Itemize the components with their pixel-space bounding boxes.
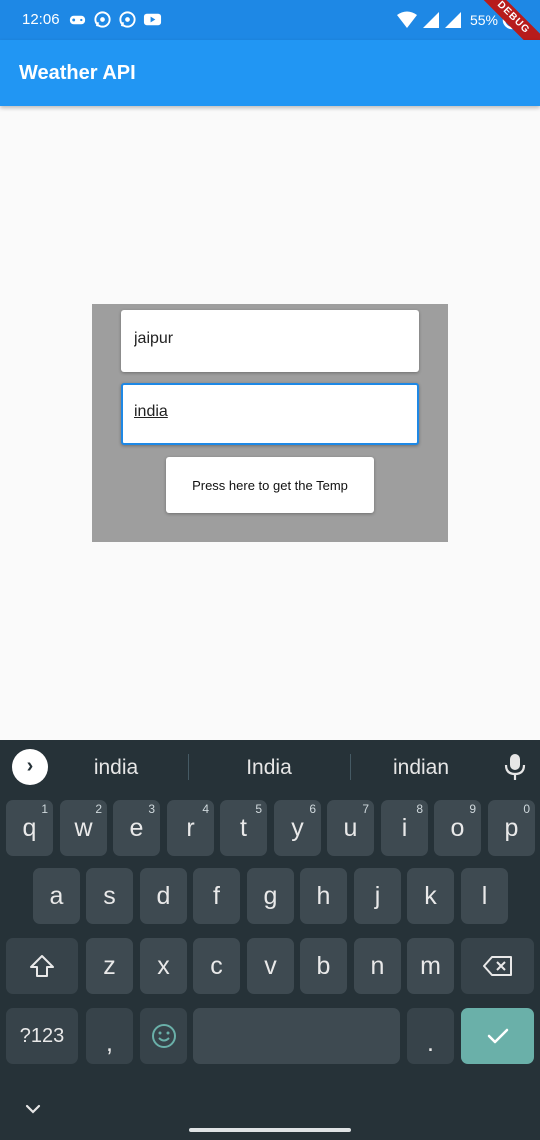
key-p[interactable]: p0 bbox=[488, 800, 535, 856]
key-hint: 4 bbox=[202, 802, 209, 816]
whatsapp-icon bbox=[119, 11, 136, 28]
emoji-key[interactable] bbox=[140, 1008, 187, 1064]
city-field[interactable] bbox=[121, 310, 419, 372]
whatsapp-icon bbox=[94, 11, 111, 28]
status-time: 12:06 bbox=[22, 11, 60, 28]
key-label: t bbox=[240, 813, 247, 842]
key-g[interactable]: g bbox=[247, 868, 294, 924]
key-label: . bbox=[427, 1028, 434, 1057]
key-s[interactable]: s bbox=[86, 868, 133, 924]
key-t[interactable]: t5 bbox=[220, 800, 267, 856]
enter-key[interactable] bbox=[461, 1008, 534, 1064]
soft-keyboard: › india India indian q1 w2 e3 r4 t5 y6 u… bbox=[0, 740, 540, 1140]
space-key[interactable] bbox=[193, 1008, 400, 1064]
key-hint: 2 bbox=[95, 802, 102, 816]
key-label: o bbox=[450, 813, 465, 842]
suggestion-divider bbox=[188, 754, 189, 780]
backspace-key[interactable] bbox=[461, 938, 534, 994]
key-q[interactable]: q1 bbox=[6, 800, 53, 856]
suggestion-3[interactable]: indian bbox=[346, 756, 496, 780]
chevron-down-icon[interactable] bbox=[24, 1102, 42, 1116]
key-v[interactable]: v bbox=[247, 938, 294, 994]
emoji-icon bbox=[151, 1024, 176, 1048]
suggestion-2[interactable]: India bbox=[194, 756, 344, 780]
key-label: q bbox=[22, 813, 37, 842]
key-label: i bbox=[401, 813, 408, 842]
key-hint: 9 bbox=[469, 802, 476, 816]
app-title: Weather API bbox=[19, 62, 136, 84]
country-field[interactable] bbox=[121, 383, 419, 445]
key-e[interactable]: e3 bbox=[113, 800, 160, 856]
key-i[interactable]: i8 bbox=[381, 800, 428, 856]
key-label: e bbox=[129, 813, 144, 842]
key-w[interactable]: w2 bbox=[60, 800, 107, 856]
key-x[interactable]: x bbox=[140, 938, 187, 994]
key-n[interactable]: n bbox=[354, 938, 401, 994]
gamepad-icon bbox=[69, 15, 86, 25]
suggestion-bar: › india India indian bbox=[0, 740, 540, 794]
country-input[interactable] bbox=[134, 403, 404, 421]
key-hint: 8 bbox=[416, 802, 423, 816]
app-bar: Weather API bbox=[0, 40, 540, 106]
symbols-key[interactable]: ?123 bbox=[6, 1008, 78, 1064]
key-a[interactable]: a bbox=[33, 868, 80, 924]
key-y[interactable]: y6 bbox=[274, 800, 321, 856]
key-hint: 3 bbox=[148, 802, 155, 816]
key-k[interactable]: k bbox=[407, 868, 454, 924]
key-m[interactable]: m bbox=[407, 938, 454, 994]
shift-key[interactable] bbox=[6, 938, 78, 994]
backspace-icon bbox=[482, 956, 512, 976]
shift-icon bbox=[30, 955, 54, 977]
signal-icon bbox=[444, 12, 461, 28]
key-hint: 0 bbox=[523, 802, 530, 816]
key-r[interactable]: r4 bbox=[167, 800, 214, 856]
signal-icon bbox=[422, 12, 439, 28]
key-label: u bbox=[343, 813, 358, 842]
get-temp-button[interactable]: Press here to get the Temp bbox=[166, 457, 374, 513]
key-hint: 1 bbox=[41, 802, 48, 816]
suggestion-1[interactable]: india bbox=[41, 756, 191, 780]
key-comma[interactable]: , bbox=[86, 1008, 133, 1064]
key-label: r bbox=[186, 813, 195, 842]
key-j[interactable]: j bbox=[354, 868, 401, 924]
key-label: , bbox=[106, 1028, 113, 1057]
mic-icon[interactable] bbox=[502, 753, 528, 781]
key-label: w bbox=[74, 813, 93, 842]
key-label: y bbox=[291, 813, 304, 842]
status-bar: 12:06 55% DEBUG bbox=[0, 0, 540, 63]
key-hint: 5 bbox=[255, 802, 262, 816]
youtube-icon bbox=[143, 13, 162, 26]
key-d[interactable]: d bbox=[140, 868, 187, 924]
key-f[interactable]: f bbox=[193, 868, 240, 924]
gesture-handle[interactable] bbox=[189, 1128, 351, 1132]
battery-percent: 55% bbox=[469, 12, 498, 28]
checkmark-icon bbox=[487, 1028, 508, 1044]
key-o[interactable]: o9 bbox=[434, 800, 481, 856]
weather-form: Press here to get the Temp bbox=[92, 304, 448, 542]
notification-icons bbox=[68, 10, 162, 29]
key-l[interactable]: l bbox=[461, 868, 508, 924]
key-z[interactable]: z bbox=[86, 938, 133, 994]
key-period[interactable]: . bbox=[407, 1008, 454, 1064]
key-hint: 7 bbox=[362, 802, 369, 816]
key-h[interactable]: h bbox=[300, 868, 347, 924]
key-c[interactable]: c bbox=[193, 938, 240, 994]
key-hint: 6 bbox=[309, 802, 316, 816]
key-u[interactable]: u7 bbox=[327, 800, 374, 856]
key-b[interactable]: b bbox=[300, 938, 347, 994]
wifi-icon bbox=[396, 11, 417, 28]
city-input[interactable] bbox=[134, 330, 404, 348]
key-label: p bbox=[504, 813, 519, 842]
